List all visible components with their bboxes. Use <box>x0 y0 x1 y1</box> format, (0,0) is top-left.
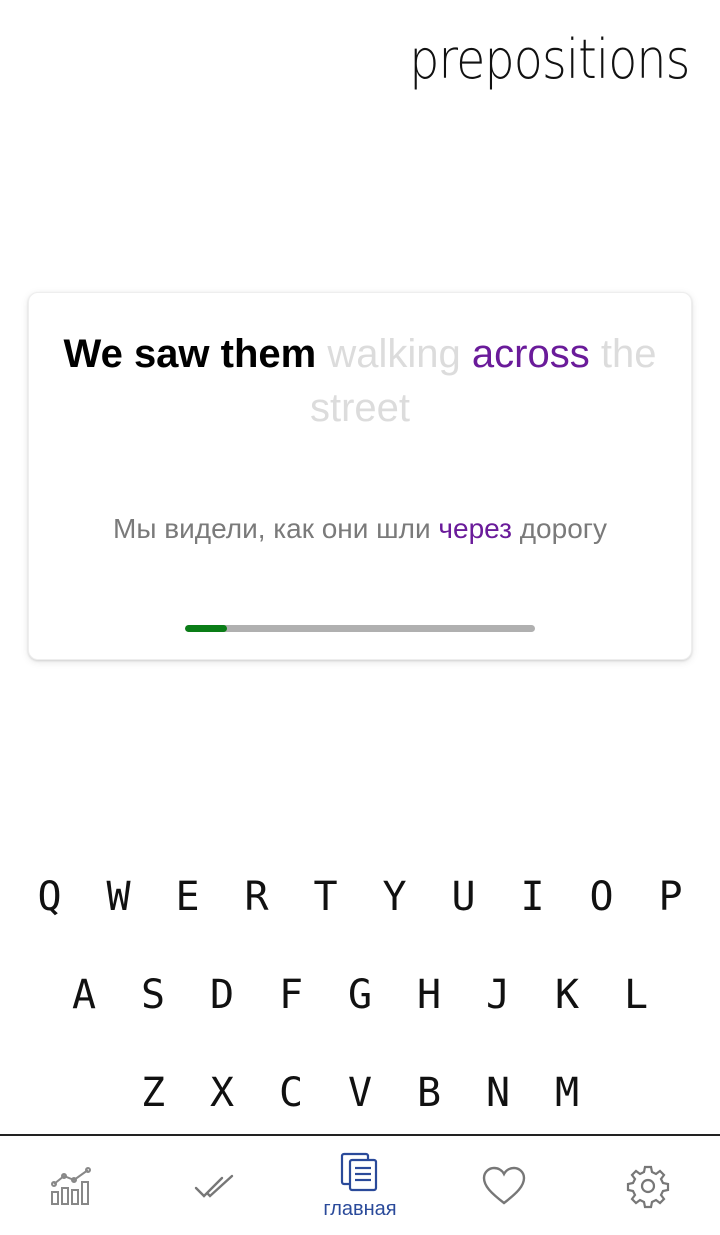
key-d[interactable]: D <box>188 972 257 1018</box>
topic-title: prepositions <box>409 28 691 91</box>
letter-keyboard: QWERTYUIOPASDFGHJKLZXCVBNM <box>0 848 720 1142</box>
keyboard-row: QWERTYUIOP <box>0 848 720 946</box>
key-y[interactable]: Y <box>360 874 429 920</box>
sentence-target-word: across <box>471 332 590 376</box>
key-s[interactable]: S <box>119 972 188 1018</box>
key-w[interactable]: W <box>84 874 153 920</box>
key-e[interactable]: E <box>153 874 222 920</box>
translation-target-word: через <box>438 513 512 544</box>
key-v[interactable]: V <box>326 1070 395 1116</box>
translation-after: дорогу <box>519 513 607 544</box>
sentence-hidden-part: walking <box>327 332 461 376</box>
key-n[interactable]: N <box>464 1070 533 1116</box>
key-f[interactable]: F <box>257 972 326 1018</box>
key-m[interactable]: M <box>533 1070 602 1116</box>
cards-icon <box>340 1152 378 1192</box>
app-screen: prepositions We saw them walking across … <box>0 0 720 1235</box>
key-g[interactable]: G <box>326 972 395 1018</box>
nav-settings[interactable] <box>576 1136 720 1235</box>
russian-translation: Мы видели, как они шли через дорогу <box>49 513 671 545</box>
english-sentence: We saw them walking across the street <box>59 327 661 435</box>
key-z[interactable]: Z <box>119 1070 188 1116</box>
heart-icon <box>482 1166 526 1205</box>
nav-favorites[interactable] <box>432 1136 576 1235</box>
sentence-known-part: We saw them <box>63 332 317 376</box>
key-i[interactable]: I <box>498 874 567 920</box>
exercise-card: We saw them walking across the street Мы… <box>28 292 692 660</box>
key-u[interactable]: U <box>429 874 498 920</box>
keyboard-row: ASDFGHJKL <box>0 946 720 1044</box>
nav-statistics[interactable] <box>0 1136 144 1235</box>
key-k[interactable]: K <box>533 972 602 1018</box>
keyboard-row: ZXCVBNM <box>0 1044 720 1142</box>
nav-home[interactable]: главная <box>288 1136 432 1235</box>
progress-bar-fill <box>185 625 227 632</box>
key-j[interactable]: J <box>464 972 533 1018</box>
key-x[interactable]: X <box>188 1070 257 1116</box>
key-r[interactable]: R <box>222 874 291 920</box>
bottom-navigation: главная <box>0 1134 720 1235</box>
nav-home-label: главная <box>323 1198 397 1220</box>
key-t[interactable]: T <box>291 874 360 920</box>
key-o[interactable]: O <box>567 874 636 920</box>
key-c[interactable]: C <box>257 1070 326 1116</box>
statistics-icon <box>51 1166 91 1205</box>
gear-icon <box>626 1165 670 1208</box>
key-h[interactable]: H <box>395 972 464 1018</box>
key-p[interactable]: P <box>636 874 705 920</box>
progress-bar <box>185 625 535 632</box>
translation-before: Мы видели, как они шли <box>113 513 431 544</box>
key-a[interactable]: A <box>50 972 119 1018</box>
nav-learned[interactable] <box>144 1136 288 1235</box>
key-l[interactable]: L <box>602 972 671 1018</box>
key-b[interactable]: B <box>395 1070 464 1116</box>
double-check-icon <box>194 1174 234 1198</box>
key-q[interactable]: Q <box>15 874 84 920</box>
